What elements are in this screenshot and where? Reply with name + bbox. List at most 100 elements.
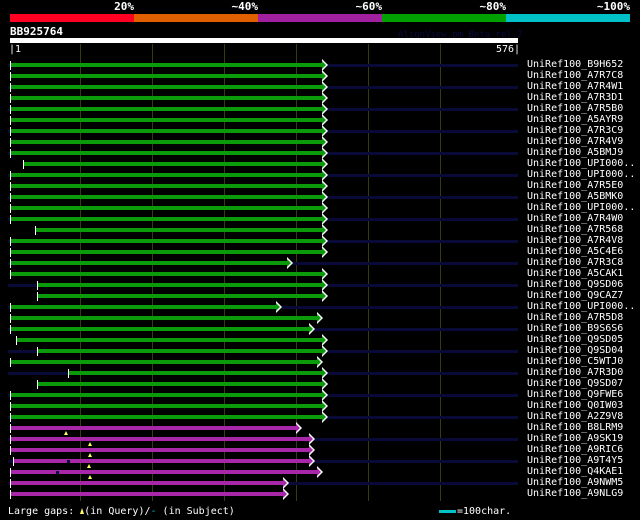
alignment-bar[interactable] <box>10 217 322 221</box>
hit-label[interactable]: UniRef100_Q9FWE6 <box>527 389 623 400</box>
alignment-bar[interactable] <box>10 492 283 496</box>
hit-label[interactable]: UniRef100_UPI000.. <box>527 202 635 213</box>
alignment-bar[interactable] <box>10 206 322 210</box>
hit-label[interactable]: UniRef100_UPI000.. <box>527 169 635 180</box>
hit-label[interactable]: UniRef100_UPI000.. <box>527 158 635 169</box>
alignment-end-arrow-icon <box>296 422 303 434</box>
alignment-bar[interactable] <box>10 481 283 485</box>
alignment-start-tick <box>10 105 11 114</box>
legend-label: ~80% <box>479 0 507 13</box>
alignment-bar[interactable] <box>10 140 322 144</box>
alignment-bar[interactable] <box>10 151 322 155</box>
alignment-bar[interactable] <box>37 283 322 287</box>
hit-label[interactable]: UniRef100_A7R5D8 <box>527 312 623 323</box>
alignment-bar[interactable] <box>10 327 310 331</box>
hit-label[interactable]: UniRef100_A5BMK0 <box>527 191 623 202</box>
alignment-bar[interactable] <box>10 74 322 78</box>
hit-label[interactable]: UniRef100_A7R3C8 <box>527 257 623 268</box>
hit-label[interactable]: UniRef100_B9S6S6 <box>527 323 623 334</box>
hit-label[interactable]: UniRef100_A5BMJ9 <box>527 147 623 158</box>
alignment-bar[interactable] <box>16 338 322 342</box>
alignment-start-tick <box>10 391 11 400</box>
hit-label[interactable]: UniRef100_Q9SD06 <box>527 279 623 290</box>
query-gap-marker-icon <box>87 475 92 479</box>
hit-label[interactable]: UniRef100_A9NLG9 <box>527 488 623 499</box>
hit-label[interactable]: UniRef100_A7R4W1 <box>527 81 623 92</box>
alignment-bar[interactable] <box>23 162 322 166</box>
alignment-bar[interactable] <box>10 415 322 419</box>
alignment-bar[interactable] <box>12 459 309 463</box>
hit-label[interactable]: UniRef100_A7R3C9 <box>527 125 623 136</box>
hit-label[interactable]: UniRef100_A7R5B0 <box>527 103 623 114</box>
alignment-bar[interactable] <box>10 404 322 408</box>
hit-label[interactable]: UniRef100_B9H652 <box>527 59 623 70</box>
alignment-bar[interactable] <box>37 349 322 353</box>
hit-label[interactable]: UniRef100_A7R4V8 <box>527 235 623 246</box>
alignment-bar[interactable] <box>10 261 287 265</box>
legend-segment <box>382 14 506 22</box>
hit-label[interactable]: UniRef100_A2Z9V8 <box>527 411 623 422</box>
hit-label[interactable]: UniRef100_A9SK19 <box>527 433 623 444</box>
hit-label[interactable]: UniRef100_A7R3D0 <box>527 367 623 378</box>
alignment-bar[interactable] <box>10 129 322 133</box>
alignment-bar[interactable] <box>10 272 322 276</box>
scale-label: =100char. <box>457 506 512 517</box>
hit-label[interactable]: UniRef100_A7R7C8 <box>527 70 623 81</box>
hit-label[interactable]: UniRef100_B8LRM9 <box>527 422 623 433</box>
alignment-start-tick <box>10 94 11 103</box>
alignment-bar[interactable] <box>10 316 318 320</box>
alignment-end-arrow-icon <box>308 455 315 467</box>
hit-label[interactable]: UniRef100_A7R3D1 <box>527 92 623 103</box>
hit-label[interactable]: UniRef100_A5CAK1 <box>527 268 623 279</box>
alignment-start-tick <box>68 369 70 378</box>
alignment-start-tick <box>34 226 36 235</box>
alignment-bar[interactable] <box>37 294 322 298</box>
alignment-start-tick <box>10 72 11 81</box>
hit-label[interactable]: UniRef100_A7R568 <box>527 224 623 235</box>
alignment-bar[interactable] <box>10 437 309 441</box>
alignment-bar[interactable] <box>10 305 276 309</box>
alignment-bar[interactable] <box>37 382 322 386</box>
hit-label[interactable]: UniRef100_A9NWM5 <box>527 477 623 488</box>
hit-label[interactable]: UniRef100_Q0IW03 <box>527 400 623 411</box>
alignment-bar[interactable] <box>68 371 322 375</box>
hit-label[interactable]: UniRef100_A7R4W0 <box>527 213 623 224</box>
hit-label[interactable]: UniRef100_Q9SD05 <box>527 334 623 345</box>
alignment-end-arrow-icon <box>286 257 293 269</box>
hit-label[interactable]: UniRef100_A7R5E0 <box>527 180 623 191</box>
legend-segment <box>506 14 630 22</box>
hit-label[interactable]: UniRef100_Q4KAE1 <box>527 466 623 477</box>
alignment-bar[interactable] <box>10 173 322 177</box>
alignment-bar[interactable] <box>10 426 297 430</box>
alignment-start-tick <box>16 336 18 345</box>
hit-label[interactable]: UniRef100_A9RIC6 <box>527 444 623 455</box>
alignment-bar[interactable] <box>10 96 322 100</box>
alignment-bar[interactable] <box>10 85 322 89</box>
hit-label[interactable]: UniRef100_Q9SD07 <box>527 378 623 389</box>
alignment-bar[interactable] <box>10 184 322 188</box>
alignment-bar[interactable] <box>10 360 318 364</box>
alignment-bar[interactable] <box>10 239 322 243</box>
hit-label[interactable]: UniRef100_A5C4E6 <box>527 246 623 257</box>
hit-label[interactable]: UniRef100_A7R4V9 <box>527 136 623 147</box>
alignment-bar[interactable] <box>10 195 322 199</box>
alignment-bar[interactable] <box>10 448 309 452</box>
alignment-start-tick <box>10 116 11 125</box>
hit-label[interactable]: UniRef100_A9T4Y5 <box>527 455 623 466</box>
alignment-start-tick <box>37 292 39 301</box>
query-start-label: |1 <box>9 44 22 55</box>
alignment-start-tick <box>10 314 11 323</box>
hit-label[interactable]: UniRef100_A5AYR9 <box>527 114 623 125</box>
alignment-end-arrow-icon <box>317 312 324 324</box>
alignment-bar[interactable] <box>10 107 322 111</box>
hit-label[interactable]: UniRef100_UPI000.. <box>527 301 635 312</box>
alignment-end-arrow-icon <box>316 466 323 478</box>
alignment-bar[interactable] <box>10 393 322 397</box>
hit-label[interactable]: UniRef100_Q9SD04 <box>527 345 623 356</box>
alignment-bar[interactable] <box>10 250 322 254</box>
hit-label[interactable]: UniRef100_Q9CAZ7 <box>527 290 623 301</box>
alignment-bar[interactable] <box>34 228 322 232</box>
hit-label[interactable]: UniRef100_C5WTJ0 <box>527 356 623 367</box>
alignment-bar[interactable] <box>10 63 322 67</box>
alignment-bar[interactable] <box>10 118 322 122</box>
